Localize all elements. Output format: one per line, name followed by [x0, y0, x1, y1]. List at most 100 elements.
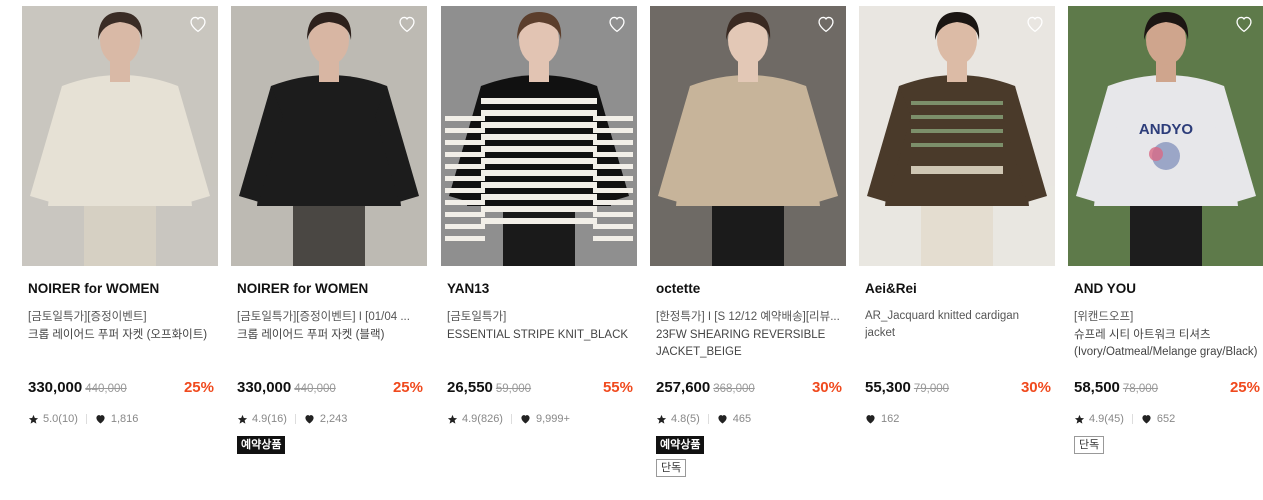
product-card[interactable]: NOIRER for WOMEN [금토일특가][증정이벤트] 크롭 레이어드 … — [22, 6, 218, 427]
original-price: 78,000 — [1122, 383, 1159, 395]
badge-exclusive: 단독 — [656, 459, 687, 477]
promo-tagline: [금토일특가] — [447, 311, 507, 323]
product-name[interactable]: 슈프레 시티 아트워크 티셔츠 (Ivory/Oatmeal/Melange g… — [1074, 327, 1260, 361]
price-row: 26,550 59,000 55% — [447, 379, 633, 399]
heart-icon — [718, 415, 727, 424]
product-card[interactable]: Aei&Rei AR_Jacquard knitted cardigan jac… — [859, 6, 1055, 427]
product-image[interactable]: ANDYO — [1068, 6, 1263, 266]
product-name[interactable]: 크롭 레이어드 푸퍼 자켓 (블랙) — [237, 327, 423, 361]
wishlist-heart-icon[interactable] — [1234, 15, 1254, 33]
sale-price: 330,000 — [28, 379, 83, 396]
review-like-row: 4.9(826) 9,999+ — [447, 411, 637, 427]
product-photo — [859, 6, 1055, 266]
promo-tagline: [금토일특가][증정이벤트] — [28, 311, 147, 323]
product-image[interactable] — [859, 6, 1055, 266]
badge-reservation: 예약상품 — [656, 436, 705, 454]
product-name[interactable]: ESSENTIAL STRIPE KNIT_BLACK — [447, 327, 633, 361]
heart-icon — [1142, 415, 1151, 424]
product-name[interactable]: 23FW SHEARING REVERSIBLE JACKET_BEIGE — [656, 327, 842, 361]
review-like-row: 162 — [865, 411, 1055, 427]
original-price: 368,000 — [713, 383, 755, 395]
divider — [707, 414, 709, 424]
discount-rate: 30% — [1020, 379, 1051, 396]
badge-exclusive: 단독 — [1074, 436, 1105, 454]
brand-name[interactable]: Aei&Rei — [865, 281, 1055, 299]
badge-reservation: 예약상품 — [237, 436, 286, 454]
discount-rate: 25% — [392, 379, 423, 396]
review-like-row: 4.9(45) 652 — [1074, 411, 1263, 427]
product-name[interactable]: 크롭 레이어드 푸퍼 자켓 (오프화이트) — [28, 327, 214, 361]
rating-text: 5.0(10) — [43, 413, 78, 425]
product-photo — [231, 6, 427, 266]
product-photo: ANDYO — [1068, 6, 1263, 266]
heart-icon — [96, 415, 105, 424]
brand-name[interactable]: YAN13 — [447, 281, 637, 299]
review-like-row: 4.8(5) 465 — [656, 411, 846, 427]
product-image[interactable] — [650, 6, 846, 266]
like-count: 162 — [881, 413, 900, 425]
product-image[interactable] — [231, 6, 427, 266]
price-row: 257,600 368,000 30% — [656, 379, 842, 399]
discount-rate: 25% — [183, 379, 214, 396]
price-row: 55,300 79,000 30% — [865, 379, 1051, 399]
wishlist-heart-icon[interactable] — [607, 15, 627, 33]
product-card[interactable]: octette [한정특가] I [S 12/12 예약배송][리뷰... 23… — [650, 6, 846, 477]
product-name[interactable] — [865, 345, 1051, 361]
product-image[interactable] — [441, 6, 637, 266]
rating-text: 4.9(16) — [252, 413, 287, 425]
star-icon — [447, 414, 458, 424]
wishlist-heart-icon[interactable] — [188, 15, 208, 33]
brand-name[interactable]: AND YOU — [1074, 281, 1263, 299]
wishlist-heart-icon[interactable] — [397, 15, 417, 33]
brand-name[interactable]: NOIRER for WOMEN — [237, 281, 427, 299]
product-image[interactable] — [22, 6, 218, 266]
like-count: 652 — [1156, 413, 1176, 425]
like-count: 9,999+ — [535, 413, 570, 425]
wishlist-heart-icon[interactable] — [1025, 15, 1045, 33]
divider — [1131, 414, 1133, 424]
price-row: 58,500 78,000 25% — [1074, 379, 1260, 399]
promo-tagline: [금토일특가][증정이벤트] I [01/04 ... — [237, 311, 410, 323]
original-price: 59,000 — [495, 383, 532, 395]
like-count: 465 — [732, 413, 752, 425]
review-like-row: 4.9(16) 2,243 — [237, 411, 427, 427]
review-like-row: 5.0(10) 1,816 — [28, 411, 218, 427]
product-photo — [650, 6, 846, 266]
sale-price: 55,300 — [865, 379, 911, 396]
discount-rate: 55% — [602, 379, 633, 396]
divider — [294, 414, 296, 424]
star-icon — [237, 414, 248, 424]
wishlist-heart-icon[interactable] — [816, 15, 836, 33]
promo-tagline: AR_Jacquard knitted cardigan jacket — [865, 310, 1020, 339]
rating-text: 4.9(826) — [462, 413, 503, 425]
price-row: 330,000 440,000 25% — [237, 379, 423, 399]
price-row: 330,000 440,000 25% — [28, 379, 214, 399]
product-photo — [441, 6, 637, 266]
product-grid: NOIRER for WOMEN [금토일특가][증정이벤트] 크롭 레이어드 … — [0, 0, 1263, 500]
product-photo — [22, 6, 218, 266]
heart-icon — [866, 415, 875, 424]
star-icon — [28, 414, 39, 424]
sale-price: 330,000 — [237, 379, 292, 396]
sale-price: 257,600 — [656, 379, 711, 396]
brand-name[interactable]: NOIRER for WOMEN — [28, 281, 218, 299]
brand-name[interactable]: octette — [656, 281, 846, 299]
discount-rate: 30% — [811, 379, 842, 396]
rating-text: 4.9(45) — [1089, 413, 1124, 425]
sale-price: 26,550 — [447, 379, 493, 396]
heart-icon — [305, 415, 314, 424]
promo-tagline: [위캔드오프] — [1074, 311, 1134, 323]
product-card[interactable]: YAN13 [금토일특가] ESSENTIAL STRIPE KNIT_BLAC… — [441, 6, 637, 427]
discount-rate: 25% — [1229, 379, 1260, 396]
original-price: 440,000 — [85, 383, 127, 395]
like-count: 1,816 — [110, 413, 139, 425]
like-count: 2,243 — [319, 413, 348, 425]
original-price: 440,000 — [294, 383, 336, 395]
product-card[interactable]: ANDYO AND YOU [위캔드오프] 슈프레 시티 아트워크 티셔츠 (I… — [1068, 6, 1263, 454]
star-icon — [1074, 414, 1085, 424]
svg-text:ANDYO: ANDYO — [1139, 121, 1194, 138]
divider — [85, 414, 87, 424]
sale-price: 58,500 — [1074, 379, 1120, 396]
heart-icon — [521, 415, 530, 424]
product-card[interactable]: NOIRER for WOMEN [금토일특가][증정이벤트] I [01/04… — [231, 6, 427, 454]
